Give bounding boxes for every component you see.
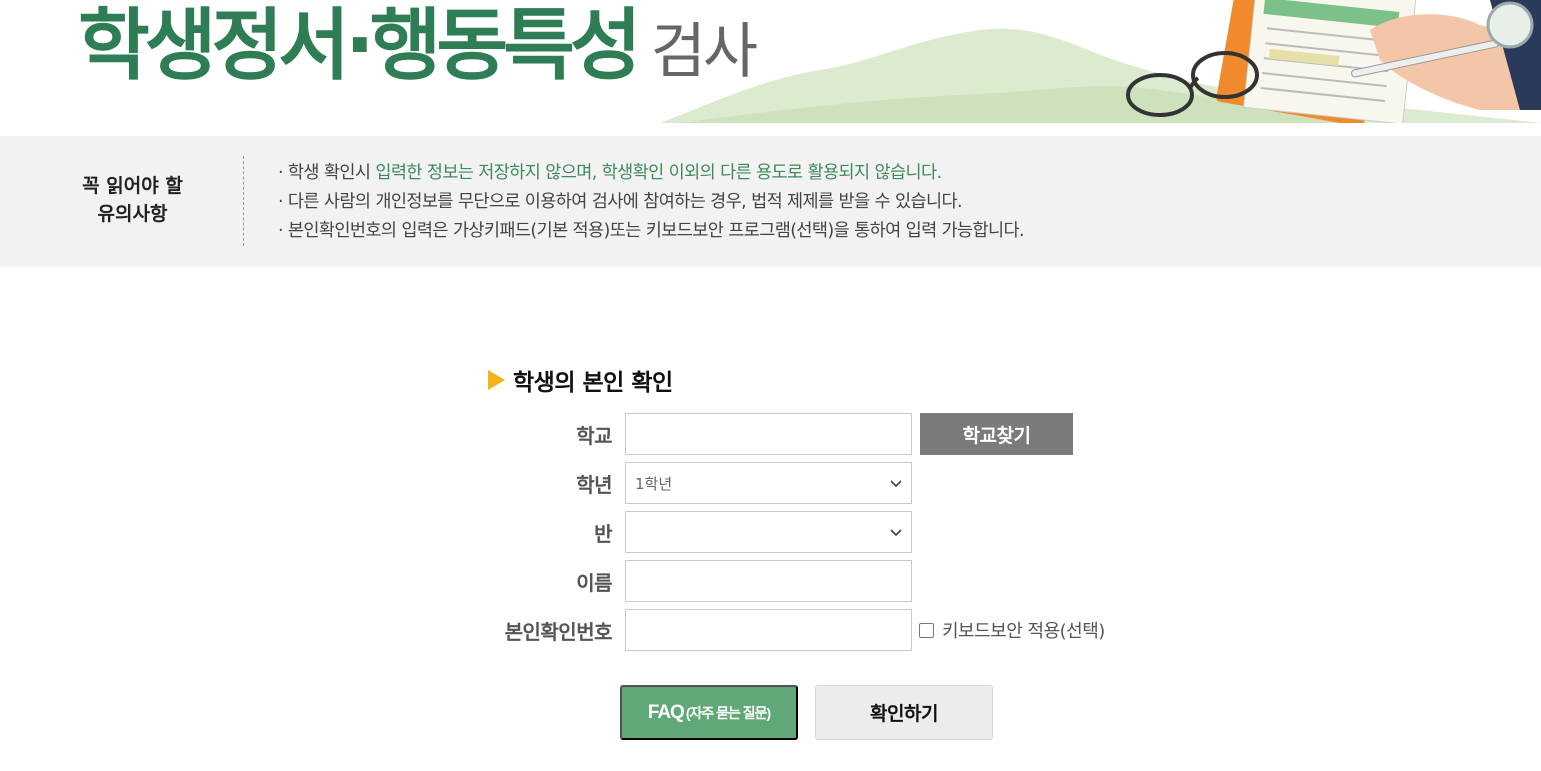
triangle-bullet-icon (488, 370, 505, 390)
name-label: 이름 (576, 571, 612, 595)
faq-button-label: FAQ (647, 701, 685, 723)
class-select[interactable] (625, 511, 912, 553)
chevron-down-icon (890, 480, 902, 488)
header-illustration (660, 0, 1541, 123)
find-school-button[interactable]: 학교찾기 (920, 413, 1073, 455)
faq-button-sublabel: (자주 묻는 질문) (685, 704, 771, 721)
notice-item: · 본인확인번호의 입력은 가상키패드(기본 적용)또는 키보드보안 프로그램(… (278, 221, 1025, 241)
notice-label-line1: 꼭 읽어야 할 (82, 175, 183, 197)
grade-selected-value: 1학년 (635, 474, 673, 493)
notice-divider (243, 156, 244, 246)
notice-list: · 학생 확인시 입력한 정보는 저장하지 않으며, 학생확인 이외의 다른 용… (278, 159, 1025, 246)
class-label: 반 (594, 522, 612, 546)
school-label: 학교 (576, 424, 612, 448)
keyboard-security-option[interactable]: 키보드보안 적용(선택) (919, 617, 1105, 643)
grade-select[interactable]: 1학년 (625, 462, 912, 504)
page-title: 학생정서·행동특성 검사 (78, 0, 758, 98)
notice-item: · 학생 확인시 입력한 정보는 저장하지 않으며, 학생확인 이외의 다른 용… (278, 163, 942, 183)
name-input[interactable] (626, 561, 911, 601)
notice-box: 꼭 읽어야 할 유의사항 · 학생 확인시 입력한 정보는 저장하지 않으며, … (0, 136, 1541, 267)
school-input[interactable] (626, 414, 911, 454)
notice-label: 꼭 읽어야 할 유의사항 (60, 172, 205, 228)
faq-button[interactable]: FAQ (자주 묻는 질문) (620, 685, 798, 740)
section-title: 학생의 본인 확인 (488, 363, 673, 397)
chevron-down-icon (890, 529, 902, 537)
name-field[interactable] (625, 560, 912, 602)
keyboard-security-checkbox[interactable] (919, 622, 934, 638)
page-title-main: 학생정서·행동특성 (78, 1, 642, 91)
notice-item: · 다른 사람의 개인정보를 무단으로 이용하여 검사에 참여하는 경우, 법적… (278, 192, 963, 212)
confirm-button[interactable]: 확인하기 (815, 685, 993, 740)
grade-label: 학년 (576, 473, 612, 497)
notice-label-line2: 유의사항 (97, 203, 168, 225)
school-field[interactable] (625, 413, 912, 455)
id-number-input[interactable] (626, 610, 911, 650)
keyboard-security-label: 키보드보안 적용(선택) (942, 621, 1105, 642)
page-header: 학생정서·행동특성 검사 (0, 0, 1541, 123)
id-number-field[interactable] (625, 609, 912, 651)
id-number-label: 본인확인번호 (504, 620, 613, 644)
section-title-text: 학생의 본인 확인 (513, 370, 673, 396)
